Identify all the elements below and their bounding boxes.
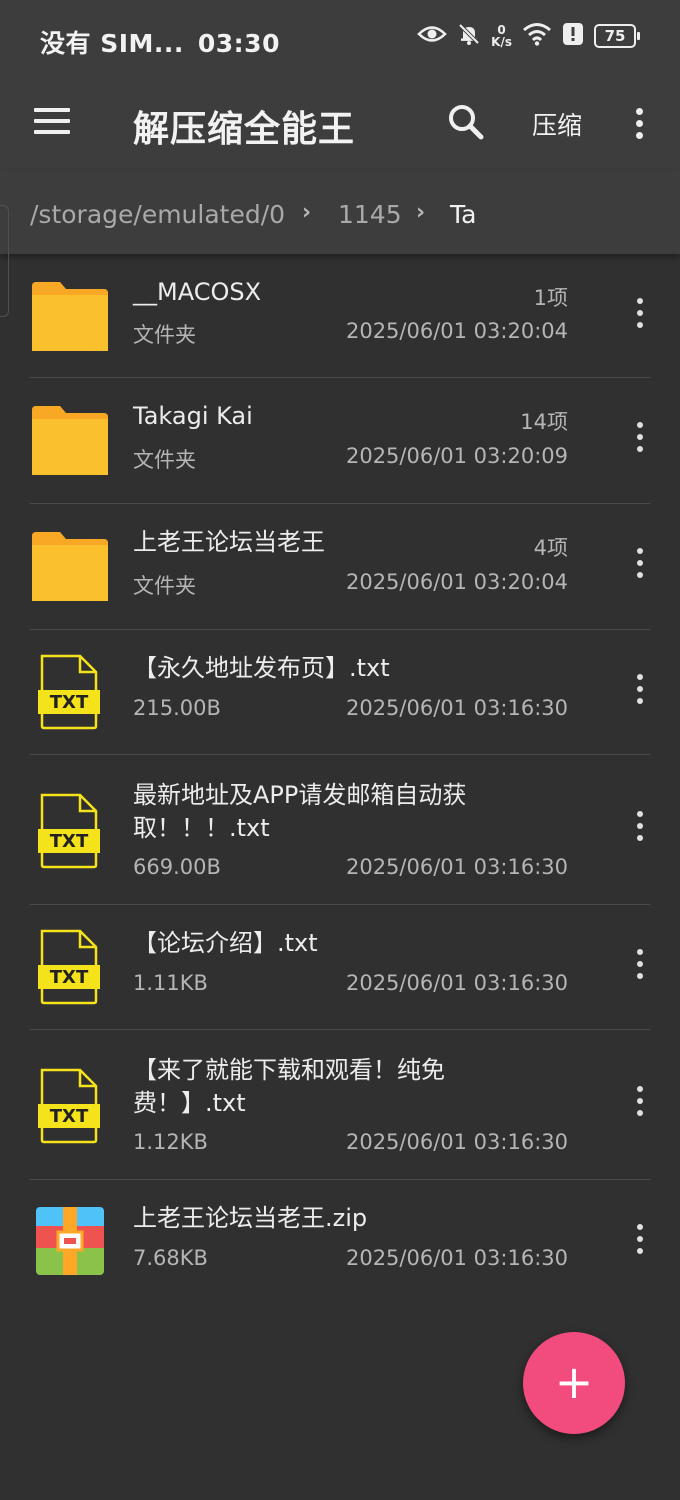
more-vert-icon: [628, 949, 652, 979]
net-speed: 0 K/s: [491, 24, 512, 48]
file-size: 7.68KB: [133, 1246, 208, 1270]
txt-badge-label: TXT: [50, 967, 89, 988]
folder-icon: [32, 532, 108, 601]
list-item[interactable]: TXT 【来了就能下载和观看！纯免费！】.txt 1.12KB 2025/06/…: [0, 1030, 680, 1180]
file-size: 669.00B: [133, 855, 221, 879]
txt-badge-label: TXT: [50, 831, 89, 852]
hamburger-icon: [34, 108, 70, 112]
eye-icon: [417, 24, 448, 48]
app-title: 解压缩全能王: [133, 109, 356, 150]
list-item[interactable]: __MACOSX 文件夹 1项 2025/06/01 03:20:04: [0, 254, 680, 378]
file-date: 2025/06/01 03:16:30: [345, 855, 568, 879]
file-type: 文件夹: [133, 323, 196, 347]
file-date: 2025/06/01 03:20:09: [345, 444, 568, 468]
file-date: 2025/06/01 03:16:30: [345, 696, 568, 720]
list-item[interactable]: TXT 【论坛介绍】.txt 1.11KB 2025/06/01 03:16:3…: [0, 905, 680, 1030]
more-vert-icon: [628, 548, 652, 578]
txt-badge-label: TXT: [50, 1106, 89, 1127]
row-more-button[interactable]: [628, 811, 652, 851]
row-more-button[interactable]: [628, 548, 652, 588]
file-date: 2025/06/01 03:16:30: [345, 1246, 568, 1270]
file-name: 【论坛介绍】.txt: [133, 929, 318, 957]
chevron-right-icon: ›: [416, 200, 426, 225]
plus-icon: +: [554, 1355, 594, 1409]
txt-file-icon: TXT: [38, 654, 100, 730]
file-name: 上老王论坛当老王: [133, 528, 325, 556]
carrier-text: 没有 SIM...: [40, 29, 184, 58]
row-more-button[interactable]: [628, 298, 652, 338]
status-left: 没有 SIM... 03:30: [40, 24, 280, 60]
more-vert-icon: [628, 1224, 652, 1254]
more-vert-icon: [628, 298, 652, 328]
battery-icon: 75: [594, 24, 640, 48]
file-date: 2025/06/01 03:20:04: [345, 570, 568, 594]
status-bar: 没有 SIM... 03:30 0 K/s 75: [0, 0, 680, 80]
file-name: Takagi Kai: [133, 402, 253, 430]
app-bar: 解压缩全能王 压缩: [0, 80, 680, 170]
txt-badge-label: TXT: [50, 692, 89, 713]
file-date: 2025/06/01 03:16:30: [345, 971, 568, 995]
breadcrumb: /storage/emulated/0 › 1145 › Ta: [0, 170, 680, 254]
more-options-button[interactable]: [626, 104, 652, 144]
file-name: 【永久地址发布页】.txt: [133, 654, 390, 682]
search-icon: [449, 105, 484, 140]
file-name: 最新地址及APP请发邮箱自动获取！！！.txt: [133, 781, 467, 842]
file-name: __MACOSX: [133, 278, 262, 306]
search-button[interactable]: [446, 102, 486, 142]
breadcrumb-item-root[interactable]: /storage/emulated/0: [30, 200, 285, 229]
status-time: 03:30: [197, 29, 280, 58]
item-count: 4项: [533, 536, 568, 560]
item-count: 14项: [520, 410, 568, 434]
list-item[interactable]: 上老王论坛当老王 文件夹 4项 2025/06/01 03:20:04: [0, 504, 680, 630]
file-date: 2025/06/01 03:16:30: [345, 1130, 568, 1154]
list-item[interactable]: TXT 【永久地址发布页】.txt 215.00B 2025/06/01 03:…: [0, 630, 680, 755]
more-vert-icon: [628, 674, 652, 704]
hamburger-line: [34, 119, 70, 123]
alert-icon: [562, 22, 584, 50]
wifi-icon: [522, 22, 552, 50]
file-name: 【来了就能下载和观看！纯免费！】.txt: [133, 1056, 445, 1117]
file-name: 上老王论坛当老王.zip: [133, 1204, 368, 1232]
more-vert-icon: [628, 1086, 652, 1116]
row-more-button[interactable]: [628, 949, 652, 989]
file-size: 215.00B: [133, 696, 221, 720]
zip-archive-icon: [36, 1207, 104, 1275]
file-date: 2025/06/01 03:20:04: [345, 319, 568, 343]
file-type: 文件夹: [133, 574, 196, 598]
item-count: 1项: [533, 286, 568, 310]
more-vert-icon: [626, 104, 652, 139]
more-vert-icon: [628, 811, 652, 841]
folder-icon: [32, 406, 108, 475]
file-size: 1.11KB: [133, 971, 208, 995]
txt-file-icon: TXT: [38, 793, 100, 869]
row-more-button[interactable]: [628, 674, 652, 714]
list-item[interactable]: TXT 最新地址及APP请发邮箱自动获取！！！.txt 669.00B 2025…: [0, 755, 680, 905]
file-size: 1.12KB: [133, 1130, 208, 1154]
row-more-button[interactable]: [628, 1086, 652, 1126]
compress-button[interactable]: 压缩: [532, 106, 582, 142]
txt-file-icon: TXT: [38, 929, 100, 1005]
breadcrumb-item-current[interactable]: Ta: [450, 200, 476, 229]
chevron-right-icon: ›: [302, 200, 312, 225]
txt-file-icon: TXT: [38, 1068, 100, 1144]
row-more-button[interactable]: [628, 422, 652, 462]
row-more-button[interactable]: [628, 1224, 652, 1264]
list-item[interactable]: Takagi Kai 文件夹 14项 2025/06/01 03:20:09: [0, 378, 680, 504]
list-item[interactable]: 上老王论坛当老王.zip 7.68KB 2025/06/01 03:16:30: [0, 1180, 680, 1305]
folder-icon: [32, 282, 108, 351]
hamburger-line: [34, 130, 70, 134]
bell-off-icon: [457, 22, 481, 50]
menu-button[interactable]: [34, 108, 70, 138]
breadcrumb-item-1145[interactable]: 1145: [338, 200, 402, 229]
status-icons: 0 K/s 75: [417, 22, 640, 50]
more-vert-icon: [628, 422, 652, 452]
add-button[interactable]: +: [523, 1332, 625, 1434]
file-type: 文件夹: [133, 448, 196, 472]
net-speed-unit: K/s: [491, 35, 512, 49]
